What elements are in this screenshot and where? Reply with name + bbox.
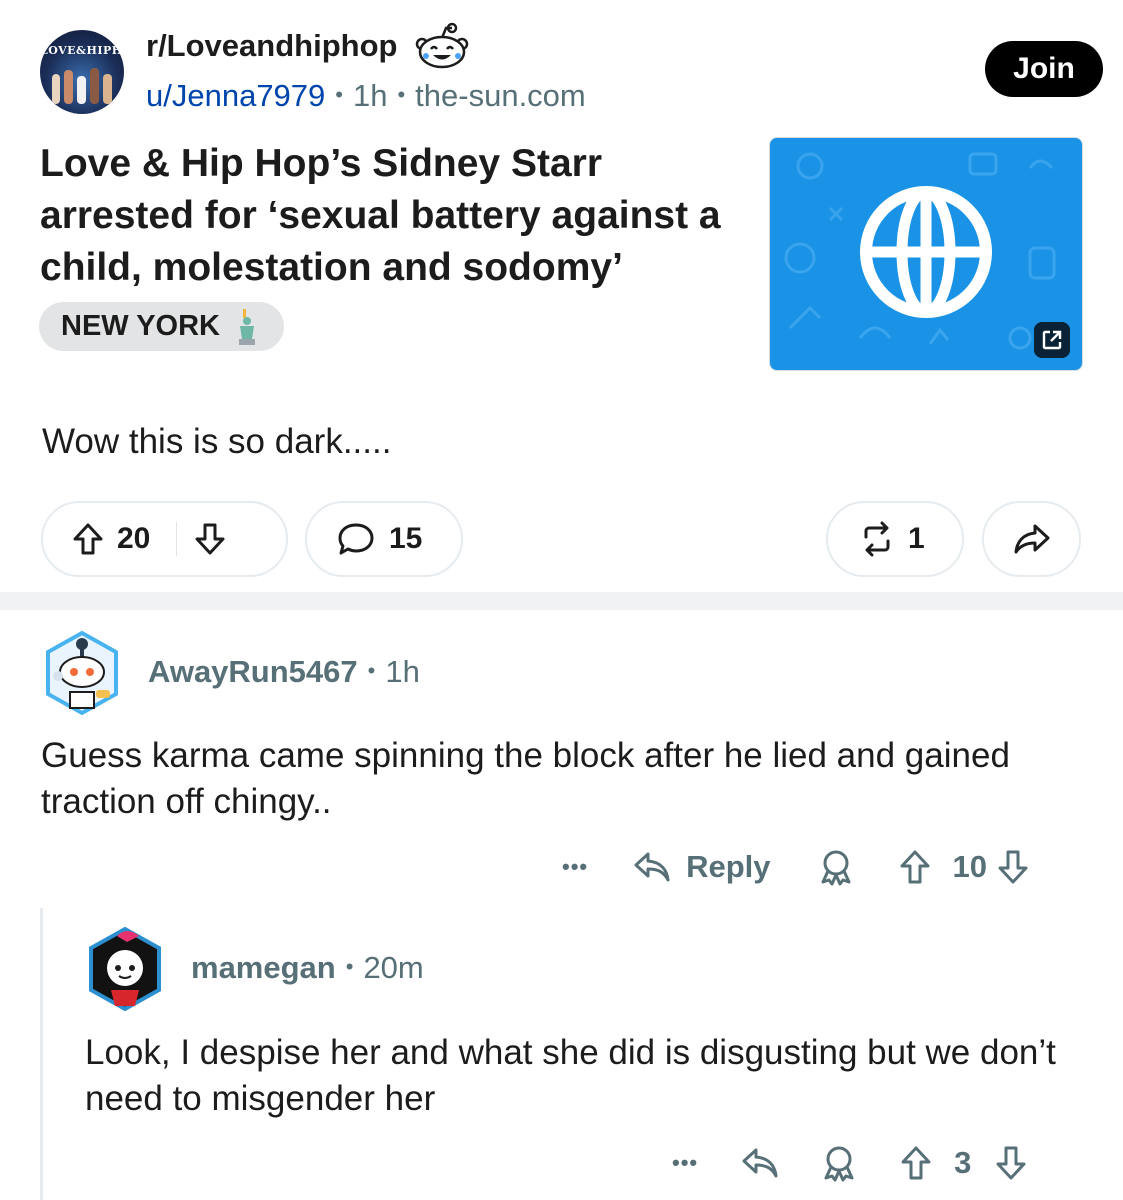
upvote-icon[interactable] (900, 1145, 932, 1181)
comment-body: Guess karma came spinning the block afte… (41, 736, 1010, 821)
comment-author[interactable]: AwayRun5467 (148, 654, 358, 689)
reply-button[interactable]: Reply (686, 849, 770, 885)
section-divider (0, 592, 1123, 610)
post-meta: u/Jenna7979 • 1h • the-sun.com (146, 78, 586, 114)
comment-actions: ••• Reply 10 (562, 845, 1029, 889)
subreddit-avatar[interactable]: LOVE&HIPHOP (40, 30, 124, 114)
post-domain[interactable]: the-sun.com (415, 78, 586, 113)
post-body: Wow this is so dark..... (42, 422, 392, 461)
post-flair[interactable]: NEW YORK (39, 302, 284, 351)
post-author[interactable]: u/Jenna7979 (146, 78, 325, 113)
more-icon[interactable]: ••• (562, 854, 588, 880)
comment-author-row: mamegan • 20m (191, 950, 424, 986)
meta-separator: • (367, 658, 376, 683)
comment-score: 10 (952, 849, 988, 884)
comment-icon (338, 523, 374, 555)
comments-button[interactable]: 15 (305, 501, 463, 577)
comment-body: Look, I despise her and what she did is … (85, 1033, 1056, 1118)
meta-separator: • (345, 954, 354, 979)
upvote-icon[interactable] (73, 522, 103, 556)
statue-of-liberty-icon (238, 308, 255, 345)
meta-separator: • (335, 82, 343, 107)
external-link-icon[interactable] (1034, 322, 1070, 358)
comment-avatar[interactable] (87, 926, 163, 1012)
comment-time: 20m (363, 950, 424, 985)
reply-icon[interactable] (632, 850, 672, 884)
thread-line[interactable] (40, 908, 43, 1200)
downvote-icon[interactable] (995, 1145, 1027, 1181)
award-icon[interactable] (817, 848, 855, 886)
comment-author-row: AwayRun5467 • 1h (148, 654, 420, 690)
upvote-count: 20 (117, 522, 151, 555)
vote-divider (176, 522, 178, 556)
join-button[interactable]: Join (985, 41, 1103, 97)
crosspost-button[interactable]: 1 (826, 501, 964, 577)
comment-count: 15 (389, 522, 423, 555)
snoo-laugh-icon (415, 22, 469, 69)
comment-avatar[interactable] (44, 630, 120, 716)
comment-author[interactable]: mamegan (191, 950, 336, 985)
vote-control: 20 (41, 501, 288, 577)
upvote-icon[interactable] (899, 849, 931, 885)
reply-icon[interactable] (740, 1146, 780, 1180)
comment-actions: ••• 3 (672, 1141, 1027, 1185)
comment-time: 1h (385, 654, 420, 689)
subreddit-logo-text: LOVE&HIPHOP (40, 44, 124, 57)
post-title[interactable]: Love & Hip Hop’s Sidney Starr arrested f… (40, 138, 760, 294)
share-icon (1014, 524, 1049, 554)
globe-icon (860, 186, 992, 318)
comment-score: 3 (954, 1145, 972, 1180)
flair-label: NEW YORK (61, 310, 220, 342)
share-button[interactable] (982, 501, 1081, 577)
link-thumbnail[interactable] (769, 137, 1083, 371)
more-icon[interactable]: ••• (672, 1150, 698, 1176)
downvote-icon[interactable] (997, 849, 1029, 885)
cast-figures-image (52, 68, 112, 104)
post-time: 1h (352, 78, 388, 113)
meta-separator: • (397, 82, 406, 107)
award-icon[interactable] (820, 1144, 858, 1182)
downvote-icon[interactable] (195, 522, 225, 556)
crosspost-count: 1 (908, 522, 925, 555)
subreddit-name[interactable]: r/Loveandhiphop (146, 28, 397, 64)
crosspost-icon (864, 521, 890, 557)
